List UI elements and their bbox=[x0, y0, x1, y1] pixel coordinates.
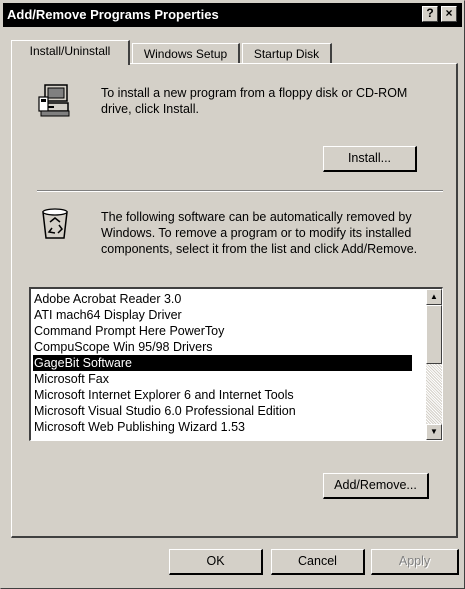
tab-label: Install/Uninstall bbox=[29, 44, 111, 58]
cancel-button[interactable]: Cancel bbox=[271, 549, 365, 575]
close-button[interactable]: × bbox=[441, 6, 457, 22]
recycle-bin-icon bbox=[42, 208, 68, 239]
tab-windows-setup[interactable]: Windows Setup bbox=[132, 43, 240, 65]
list-item[interactable]: Adobe Acrobat Reader 3.0 bbox=[33, 291, 412, 307]
list-item[interactable]: Command Prompt Here PowerToy bbox=[33, 323, 412, 339]
scroll-up-button[interactable]: ▲ bbox=[426, 289, 442, 305]
computer-install-icon bbox=[38, 84, 70, 117]
scroll-thumb[interactable] bbox=[426, 305, 442, 364]
list-item[interactable]: Microsoft Internet Explorer 6 and Intern… bbox=[33, 387, 412, 403]
tab-startup-disk[interactable]: Startup Disk bbox=[242, 43, 332, 65]
install-button[interactable]: Install... bbox=[323, 146, 417, 172]
apply-button[interactable]: Apply bbox=[371, 549, 459, 575]
arrow-up-icon: ▲ bbox=[430, 292, 438, 301]
list-item[interactable]: Microsoft Fax bbox=[33, 371, 412, 387]
program-list[interactable]: Adobe Acrobat Reader 3.0 ATI mach64 Disp… bbox=[29, 287, 443, 441]
list-item[interactable]: CompuScope Win 95/98 Drivers bbox=[33, 339, 412, 355]
help-button[interactable]: ? bbox=[422, 6, 438, 22]
list-item-selected[interactable]: GageBit Software bbox=[33, 355, 412, 371]
add-remove-button[interactable]: Add/Remove... bbox=[323, 473, 429, 499]
install-description: To install a new program from a floppy d… bbox=[101, 86, 408, 116]
dialog-window: Add/Remove Programs Properties ? × Insta… bbox=[0, 0, 465, 589]
list-item[interactable]: ATI mach64 Display Driver bbox=[33, 307, 412, 323]
tab-install-uninstall[interactable]: Install/Uninstall bbox=[11, 40, 130, 65]
uninstall-description: The following software can be automatica… bbox=[101, 210, 418, 256]
scroll-down-button[interactable]: ▼ bbox=[426, 424, 442, 440]
list-item[interactable]: Microsoft Visual Studio 6.0 Professional… bbox=[33, 403, 412, 419]
tab-label: Windows Setup bbox=[143, 47, 228, 61]
arrow-down-icon: ▼ bbox=[430, 427, 438, 436]
window-title: Add/Remove Programs Properties bbox=[7, 7, 219, 22]
vertical-scrollbar[interactable]: ▲ ▼ bbox=[426, 289, 442, 440]
list-item[interactable]: Microsoft Web Publishing Wizard 1.53 bbox=[33, 419, 412, 435]
title-bar[interactable]: Add/Remove Programs Properties ? × bbox=[3, 3, 462, 27]
tab-label: Startup Disk bbox=[253, 47, 320, 61]
ok-button[interactable]: OK bbox=[169, 549, 263, 575]
separator-highlight bbox=[37, 191, 443, 192]
